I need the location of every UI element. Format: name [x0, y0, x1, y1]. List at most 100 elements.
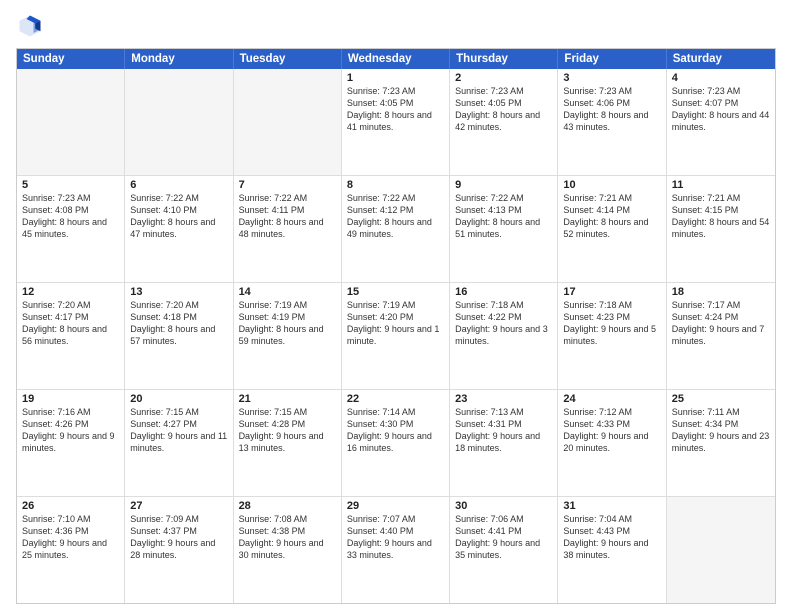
header	[16, 12, 776, 40]
day-number: 21	[239, 393, 336, 405]
cell-text: Sunrise: 7:18 AM Sunset: 4:22 PM Dayligh…	[455, 299, 552, 348]
calendar-cell-26: 26Sunrise: 7:10 AM Sunset: 4:36 PM Dayli…	[17, 497, 125, 603]
cell-text: Sunrise: 7:10 AM Sunset: 4:36 PM Dayligh…	[22, 513, 119, 562]
calendar-cell-8: 8Sunrise: 7:22 AM Sunset: 4:12 PM Daylig…	[342, 176, 450, 282]
cell-text: Sunrise: 7:21 AM Sunset: 4:15 PM Dayligh…	[672, 192, 770, 241]
calendar-cell-7: 7Sunrise: 7:22 AM Sunset: 4:11 PM Daylig…	[234, 176, 342, 282]
day-number: 4	[672, 72, 770, 84]
day-number: 13	[130, 286, 227, 298]
calendar-row-4: 26Sunrise: 7:10 AM Sunset: 4:36 PM Dayli…	[17, 496, 775, 603]
calendar-cell-30: 30Sunrise: 7:06 AM Sunset: 4:41 PM Dayli…	[450, 497, 558, 603]
calendar-cell-20: 20Sunrise: 7:15 AM Sunset: 4:27 PM Dayli…	[125, 390, 233, 496]
calendar-cell-1: 1Sunrise: 7:23 AM Sunset: 4:05 PM Daylig…	[342, 69, 450, 175]
calendar-cell-4: 4Sunrise: 7:23 AM Sunset: 4:07 PM Daylig…	[667, 69, 775, 175]
cell-text: Sunrise: 7:07 AM Sunset: 4:40 PM Dayligh…	[347, 513, 444, 562]
day-number: 26	[22, 500, 119, 512]
cell-text: Sunrise: 7:19 AM Sunset: 4:19 PM Dayligh…	[239, 299, 336, 348]
day-number: 29	[347, 500, 444, 512]
cell-text: Sunrise: 7:13 AM Sunset: 4:31 PM Dayligh…	[455, 406, 552, 455]
calendar-cell-25: 25Sunrise: 7:11 AM Sunset: 4:34 PM Dayli…	[667, 390, 775, 496]
cell-text: Sunrise: 7:15 AM Sunset: 4:28 PM Dayligh…	[239, 406, 336, 455]
cell-text: Sunrise: 7:23 AM Sunset: 4:05 PM Dayligh…	[347, 85, 444, 134]
cell-text: Sunrise: 7:04 AM Sunset: 4:43 PM Dayligh…	[563, 513, 660, 562]
calendar-cell-10: 10Sunrise: 7:21 AM Sunset: 4:14 PM Dayli…	[558, 176, 666, 282]
cell-text: Sunrise: 7:12 AM Sunset: 4:33 PM Dayligh…	[563, 406, 660, 455]
calendar-cell-19: 19Sunrise: 7:16 AM Sunset: 4:26 PM Dayli…	[17, 390, 125, 496]
calendar-body: 1Sunrise: 7:23 AM Sunset: 4:05 PM Daylig…	[17, 69, 775, 603]
day-number: 7	[239, 179, 336, 191]
logo	[16, 12, 48, 40]
cell-text: Sunrise: 7:23 AM Sunset: 4:08 PM Dayligh…	[22, 192, 119, 241]
calendar-cell-empty	[234, 69, 342, 175]
day-number: 2	[455, 72, 552, 84]
day-number: 5	[22, 179, 119, 191]
calendar-cell-12: 12Sunrise: 7:20 AM Sunset: 4:17 PM Dayli…	[17, 283, 125, 389]
day-number: 8	[347, 179, 444, 191]
weekday-header-tuesday: Tuesday	[234, 49, 342, 69]
calendar-cell-empty	[125, 69, 233, 175]
calendar-cell-11: 11Sunrise: 7:21 AM Sunset: 4:15 PM Dayli…	[667, 176, 775, 282]
calendar-cell-5: 5Sunrise: 7:23 AM Sunset: 4:08 PM Daylig…	[17, 176, 125, 282]
calendar-cell-21: 21Sunrise: 7:15 AM Sunset: 4:28 PM Dayli…	[234, 390, 342, 496]
day-number: 3	[563, 72, 660, 84]
cell-text: Sunrise: 7:20 AM Sunset: 4:18 PM Dayligh…	[130, 299, 227, 348]
calendar-cell-23: 23Sunrise: 7:13 AM Sunset: 4:31 PM Dayli…	[450, 390, 558, 496]
cell-text: Sunrise: 7:20 AM Sunset: 4:17 PM Dayligh…	[22, 299, 119, 348]
calendar: SundayMondayTuesdayWednesdayThursdayFrid…	[16, 48, 776, 604]
weekday-header-saturday: Saturday	[667, 49, 775, 69]
calendar-cell-31: 31Sunrise: 7:04 AM Sunset: 4:43 PM Dayli…	[558, 497, 666, 603]
calendar-row-2: 12Sunrise: 7:20 AM Sunset: 4:17 PM Dayli…	[17, 282, 775, 389]
day-number: 10	[563, 179, 660, 191]
day-number: 11	[672, 179, 770, 191]
day-number: 23	[455, 393, 552, 405]
calendar-cell-9: 9Sunrise: 7:22 AM Sunset: 4:13 PM Daylig…	[450, 176, 558, 282]
calendar-cell-27: 27Sunrise: 7:09 AM Sunset: 4:37 PM Dayli…	[125, 497, 233, 603]
calendar-row-3: 19Sunrise: 7:16 AM Sunset: 4:26 PM Dayli…	[17, 389, 775, 496]
day-number: 9	[455, 179, 552, 191]
cell-text: Sunrise: 7:17 AM Sunset: 4:24 PM Dayligh…	[672, 299, 770, 348]
calendar-cell-29: 29Sunrise: 7:07 AM Sunset: 4:40 PM Dayli…	[342, 497, 450, 603]
day-number: 31	[563, 500, 660, 512]
day-number: 20	[130, 393, 227, 405]
cell-text: Sunrise: 7:22 AM Sunset: 4:10 PM Dayligh…	[130, 192, 227, 241]
cell-text: Sunrise: 7:15 AM Sunset: 4:27 PM Dayligh…	[130, 406, 227, 455]
day-number: 27	[130, 500, 227, 512]
calendar-cell-16: 16Sunrise: 7:18 AM Sunset: 4:22 PM Dayli…	[450, 283, 558, 389]
cell-text: Sunrise: 7:22 AM Sunset: 4:13 PM Dayligh…	[455, 192, 552, 241]
day-number: 28	[239, 500, 336, 512]
calendar-cell-18: 18Sunrise: 7:17 AM Sunset: 4:24 PM Dayli…	[667, 283, 775, 389]
cell-text: Sunrise: 7:21 AM Sunset: 4:14 PM Dayligh…	[563, 192, 660, 241]
day-number: 18	[672, 286, 770, 298]
cell-text: Sunrise: 7:23 AM Sunset: 4:05 PM Dayligh…	[455, 85, 552, 134]
calendar-cell-28: 28Sunrise: 7:08 AM Sunset: 4:38 PM Dayli…	[234, 497, 342, 603]
calendar-row-0: 1Sunrise: 7:23 AM Sunset: 4:05 PM Daylig…	[17, 69, 775, 175]
cell-text: Sunrise: 7:06 AM Sunset: 4:41 PM Dayligh…	[455, 513, 552, 562]
calendar-row-1: 5Sunrise: 7:23 AM Sunset: 4:08 PM Daylig…	[17, 175, 775, 282]
cell-text: Sunrise: 7:18 AM Sunset: 4:23 PM Dayligh…	[563, 299, 660, 348]
cell-text: Sunrise: 7:23 AM Sunset: 4:06 PM Dayligh…	[563, 85, 660, 134]
calendar-cell-empty	[667, 497, 775, 603]
day-number: 17	[563, 286, 660, 298]
page: SundayMondayTuesdayWednesdayThursdayFrid…	[0, 0, 792, 612]
day-number: 6	[130, 179, 227, 191]
cell-text: Sunrise: 7:09 AM Sunset: 4:37 PM Dayligh…	[130, 513, 227, 562]
day-number: 19	[22, 393, 119, 405]
weekday-header-friday: Friday	[558, 49, 666, 69]
calendar-cell-3: 3Sunrise: 7:23 AM Sunset: 4:06 PM Daylig…	[558, 69, 666, 175]
day-number: 12	[22, 286, 119, 298]
weekday-header-thursday: Thursday	[450, 49, 558, 69]
day-number: 1	[347, 72, 444, 84]
cell-text: Sunrise: 7:22 AM Sunset: 4:11 PM Dayligh…	[239, 192, 336, 241]
day-number: 15	[347, 286, 444, 298]
calendar-cell-24: 24Sunrise: 7:12 AM Sunset: 4:33 PM Dayli…	[558, 390, 666, 496]
calendar-cell-6: 6Sunrise: 7:22 AM Sunset: 4:10 PM Daylig…	[125, 176, 233, 282]
day-number: 24	[563, 393, 660, 405]
calendar-cell-14: 14Sunrise: 7:19 AM Sunset: 4:19 PM Dayli…	[234, 283, 342, 389]
cell-text: Sunrise: 7:08 AM Sunset: 4:38 PM Dayligh…	[239, 513, 336, 562]
cell-text: Sunrise: 7:16 AM Sunset: 4:26 PM Dayligh…	[22, 406, 119, 455]
day-number: 14	[239, 286, 336, 298]
weekday-header-sunday: Sunday	[17, 49, 125, 69]
day-number: 25	[672, 393, 770, 405]
cell-text: Sunrise: 7:11 AM Sunset: 4:34 PM Dayligh…	[672, 406, 770, 455]
calendar-cell-2: 2Sunrise: 7:23 AM Sunset: 4:05 PM Daylig…	[450, 69, 558, 175]
